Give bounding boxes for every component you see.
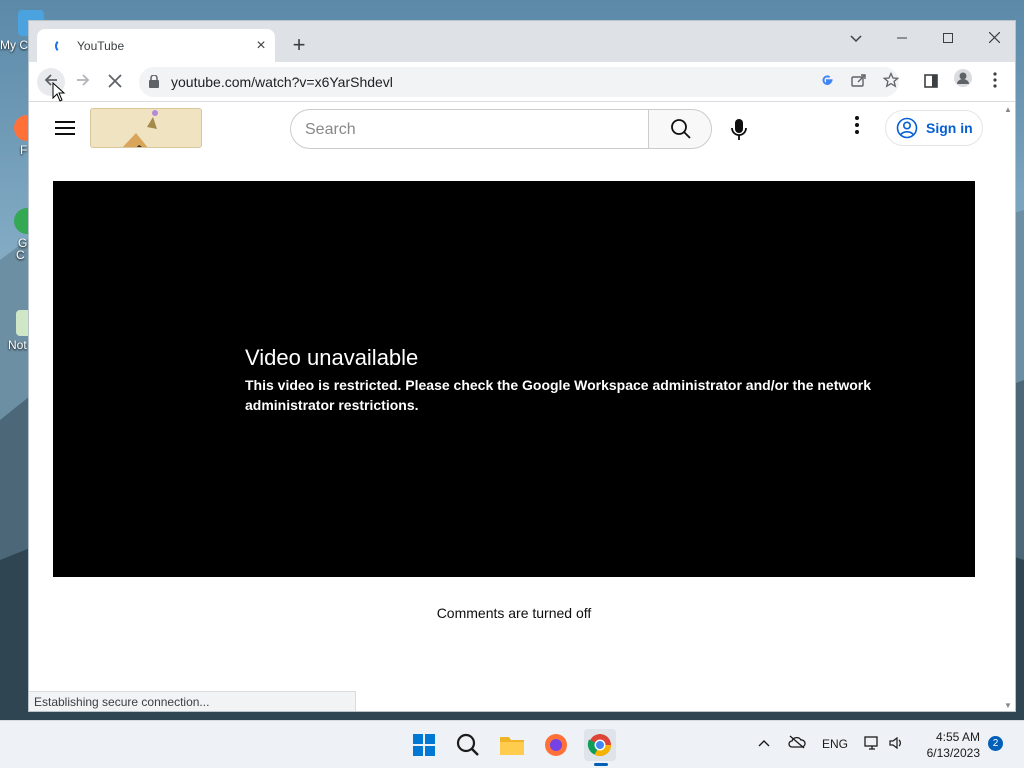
google-lens-icon[interactable] — [817, 72, 837, 92]
url-text[interactable]: youtube.com/watch?v=x6YarShdevl — [171, 74, 393, 90]
page-scrollbar[interactable]: ▲ ▼ — [999, 103, 1015, 711]
sign-in-button[interactable]: Sign in — [885, 110, 983, 146]
guide-menu-button[interactable] — [55, 121, 75, 135]
vertical-dots-icon — [993, 72, 997, 88]
side-panel-icon — [924, 74, 938, 88]
bookmark-button[interactable] — [881, 71, 901, 92]
voice-search-button[interactable] — [727, 111, 751, 147]
tab-title: YouTube — [77, 38, 125, 53]
status-bubble: Establishing secure connection... — [29, 691, 356, 711]
share-button[interactable] — [849, 72, 869, 92]
chevron-up-icon — [758, 740, 770, 747]
browser-toolbar: youtube.com/watch?v=x6YarShdevl — [29, 62, 1015, 102]
network-tray-button[interactable] — [864, 735, 880, 754]
video-player[interactable]: Video unavailable This video is restrict… — [53, 181, 975, 577]
desktop-icon-label: Not — [8, 338, 27, 352]
tab-strip: YouTube × + — [29, 21, 1015, 62]
new-tab-button[interactable]: + — [287, 34, 311, 58]
search-box — [290, 109, 648, 149]
video-error-title: Video unavailable — [245, 345, 419, 370]
search-icon — [671, 119, 691, 139]
show-hidden-icons-button[interactable] — [758, 736, 770, 750]
youtube-doodle-logo[interactable] — [90, 108, 202, 148]
stop-loading-button[interactable] — [101, 68, 129, 96]
comments-status: Comments are turned off — [436, 605, 592, 621]
cloud-offline-icon — [788, 735, 806, 749]
desktop-icon-chrome[interactable]: G C — [0, 208, 40, 262]
loading-spinner-icon — [55, 38, 69, 53]
file-explorer-button[interactable] — [496, 729, 528, 761]
dot — [855, 116, 859, 120]
folder-icon — [500, 737, 524, 755]
star-icon — [882, 71, 900, 88]
speaker-icon — [889, 736, 901, 750]
active-app-indicator — [594, 763, 608, 766]
browser-menu-button[interactable] — [981, 68, 1009, 96]
start-button[interactable] — [408, 729, 440, 761]
hamburger-line — [55, 127, 75, 129]
firefox-icon — [545, 734, 567, 756]
desktop-icon-label: My C — [0, 38, 28, 52]
language-indicator[interactable]: ENG — [822, 737, 848, 751]
scroll-down-arrow-icon[interactable]: ▼ — [1003, 701, 1013, 711]
doodle-illustration — [122, 110, 158, 147]
taskbar: ENG 4:55 AM 6/13/2023 2 — [0, 720, 1024, 768]
microphone-icon — [731, 119, 747, 140]
video-error-message: This video is restricted. Please check t… — [245, 377, 872, 413]
maximize-icon — [943, 33, 953, 43]
close-icon — [988, 31, 1000, 44]
dot — [855, 123, 859, 127]
scroll-up-arrow-icon[interactable]: ▲ — [1003, 105, 1013, 115]
dot — [855, 130, 859, 134]
desktop-icon-firefox[interactable]: F — [0, 115, 40, 157]
clock-date: 6/13/2023 — [926, 746, 980, 760]
mouse-cursor-icon — [52, 82, 66, 102]
address-bar[interactable]: youtube.com/watch?v=x6YarShdevl — [139, 67, 901, 97]
arrow-right-icon — [77, 74, 90, 86]
tab-search-button[interactable] — [833, 25, 879, 53]
browser-window: YouTube × + youtube.com/watch?v=x6YarShd… — [28, 20, 1016, 712]
hamburger-line — [55, 121, 75, 123]
hamburger-line — [55, 133, 75, 135]
desktop-icon-my-computer[interactable]: My C — [0, 10, 44, 52]
settings-menu-button[interactable] — [847, 116, 867, 142]
share-icon — [851, 74, 866, 87]
search-button[interactable] — [648, 109, 712, 149]
maximize-button[interactable] — [925, 25, 971, 53]
profile-button[interactable] — [949, 68, 977, 96]
google-g-icon — [822, 75, 833, 85]
tab-close-button[interactable]: × — [251, 36, 271, 56]
firefox-taskbar-button[interactable] — [540, 729, 572, 761]
search-input[interactable] — [305, 119, 625, 141]
side-panel-button[interactable] — [917, 68, 945, 96]
account-circle-icon — [896, 117, 918, 139]
close-window-button[interactable] — [971, 25, 1015, 53]
taskbar-search-button[interactable] — [452, 729, 484, 761]
minimize-icon — [897, 37, 907, 39]
sign-in-label: Sign in — [926, 120, 973, 136]
windows-logo-icon — [413, 734, 435, 756]
desktop-icon-notepad[interactable]: Not — [0, 310, 42, 352]
youtube-page: Sign in Video unavailable This video is … — [29, 103, 1015, 711]
avatar-icon — [954, 69, 972, 87]
notification-badge[interactable]: 2 — [988, 736, 1003, 751]
close-icon — [108, 74, 122, 88]
chevron-down-icon — [850, 35, 862, 43]
lock-icon — [149, 75, 159, 88]
volume-tray-button[interactable] — [888, 735, 904, 754]
forward-button[interactable] — [69, 68, 97, 96]
minimize-button[interactable] — [879, 25, 925, 53]
clock[interactable]: 4:55 AM 6/13/2023 — [920, 729, 980, 761]
search-icon — [456, 733, 479, 756]
chrome-taskbar-button[interactable] — [584, 729, 616, 761]
chrome-icon — [587, 734, 611, 756]
tab-youtube[interactable]: YouTube × — [37, 29, 275, 62]
network-icon — [864, 736, 878, 750]
onedrive-tray-button[interactable] — [788, 735, 806, 752]
clock-time: 4:55 AM — [935, 730, 980, 744]
